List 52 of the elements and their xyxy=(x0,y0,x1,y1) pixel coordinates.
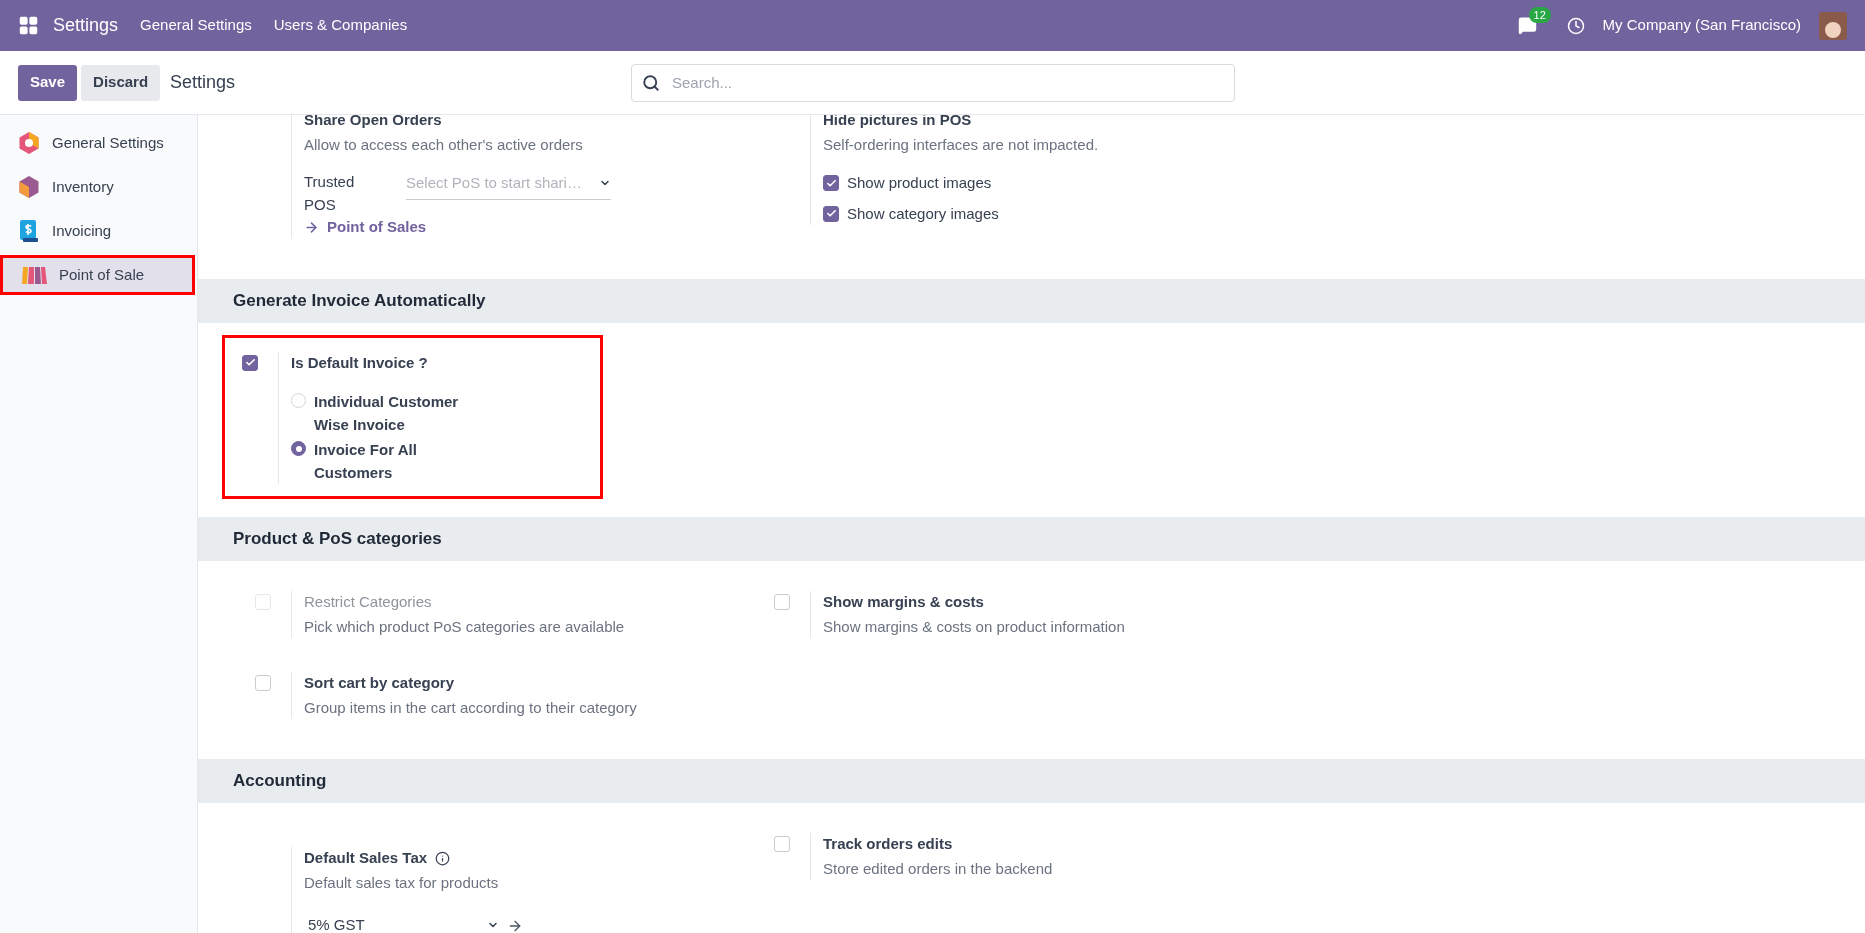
checkbox[interactable] xyxy=(242,354,258,371)
setting-description: Store edited orders in the backend xyxy=(823,858,1053,879)
breadcrumb: Settings xyxy=(170,71,236,94)
avatar[interactable] xyxy=(1819,11,1847,40)
cube-icon xyxy=(18,175,40,199)
section-header: Product & PoS categories xyxy=(198,517,1865,561)
activity-clock-icon[interactable] xyxy=(1566,16,1585,35)
setting-title: Restrict Categories xyxy=(304,592,432,612)
navbar-menu-item[interactable]: General Settings xyxy=(140,14,252,37)
setting-description: Pick which product PoS categories are available xyxy=(304,616,625,637)
section-header: Generate Invoice Automatically xyxy=(198,278,1865,323)
point-of-sales-link[interactable]: Point of Sales xyxy=(304,216,611,239)
shop-awning-icon xyxy=(21,264,47,286)
search-field[interactable]: Search... xyxy=(631,63,1235,102)
setting-description: Default sales tax for products xyxy=(304,872,500,893)
search-icon xyxy=(642,73,660,92)
sidebar-item[interactable]: Inventory xyxy=(0,167,197,207)
checkbox[interactable] xyxy=(823,205,839,222)
navbar-menu-item[interactable]: Users & Companies xyxy=(273,14,408,37)
option-label: Show category images xyxy=(847,203,999,224)
discard-button[interactable]: Discard xyxy=(81,64,161,101)
setting-title: Show margins & costs xyxy=(823,592,984,612)
checkbox[interactable] xyxy=(823,175,839,192)
sidebar-item[interactable]: General Settings xyxy=(0,123,197,163)
company-switcher[interactable]: My Company (San Francisco) xyxy=(1602,14,1801,37)
check-icon xyxy=(825,177,837,189)
option-label: Show product images xyxy=(847,173,992,193)
check-icon xyxy=(244,357,256,368)
setting-description: Allow to access each other's active orders xyxy=(304,134,584,155)
arrow-icon xyxy=(304,219,319,235)
invoice-icon xyxy=(18,219,40,243)
setting-description: Show margins & costs on product information xyxy=(823,616,1125,637)
section-header: Accounting xyxy=(198,759,1865,803)
setting-title: Track orders edits xyxy=(823,834,953,854)
app-title[interactable]: Settings xyxy=(53,12,119,39)
setting-title: Sort cart by category xyxy=(304,673,455,693)
setting-title: Is Default Invoice ? xyxy=(291,352,428,373)
select-field[interactable]: 5% GST xyxy=(304,914,499,933)
sidebar-item[interactable]: Invoicing xyxy=(0,211,197,251)
setting-description: Group items in the cart according to their category xyxy=(304,697,637,718)
save-button[interactable]: Save xyxy=(18,64,78,101)
message-count-badge: 12 xyxy=(1528,7,1551,23)
radio-label: Invoice For All Customers xyxy=(314,440,418,483)
radio-button[interactable] xyxy=(291,441,306,456)
setting-description: Self-ordering interfaces are not impacted. xyxy=(823,134,1099,155)
radio-label: Individual Customer Wise Invoice xyxy=(314,392,460,435)
apps-menu-icon[interactable] xyxy=(18,15,39,36)
hexagon-icon xyxy=(18,131,40,155)
sidebar-item[interactable]: Point of Sale xyxy=(0,255,195,295)
setting-title: Default Sales Tax xyxy=(304,848,428,868)
field-label: Trusted POS xyxy=(304,172,356,215)
info-icon xyxy=(435,850,451,866)
